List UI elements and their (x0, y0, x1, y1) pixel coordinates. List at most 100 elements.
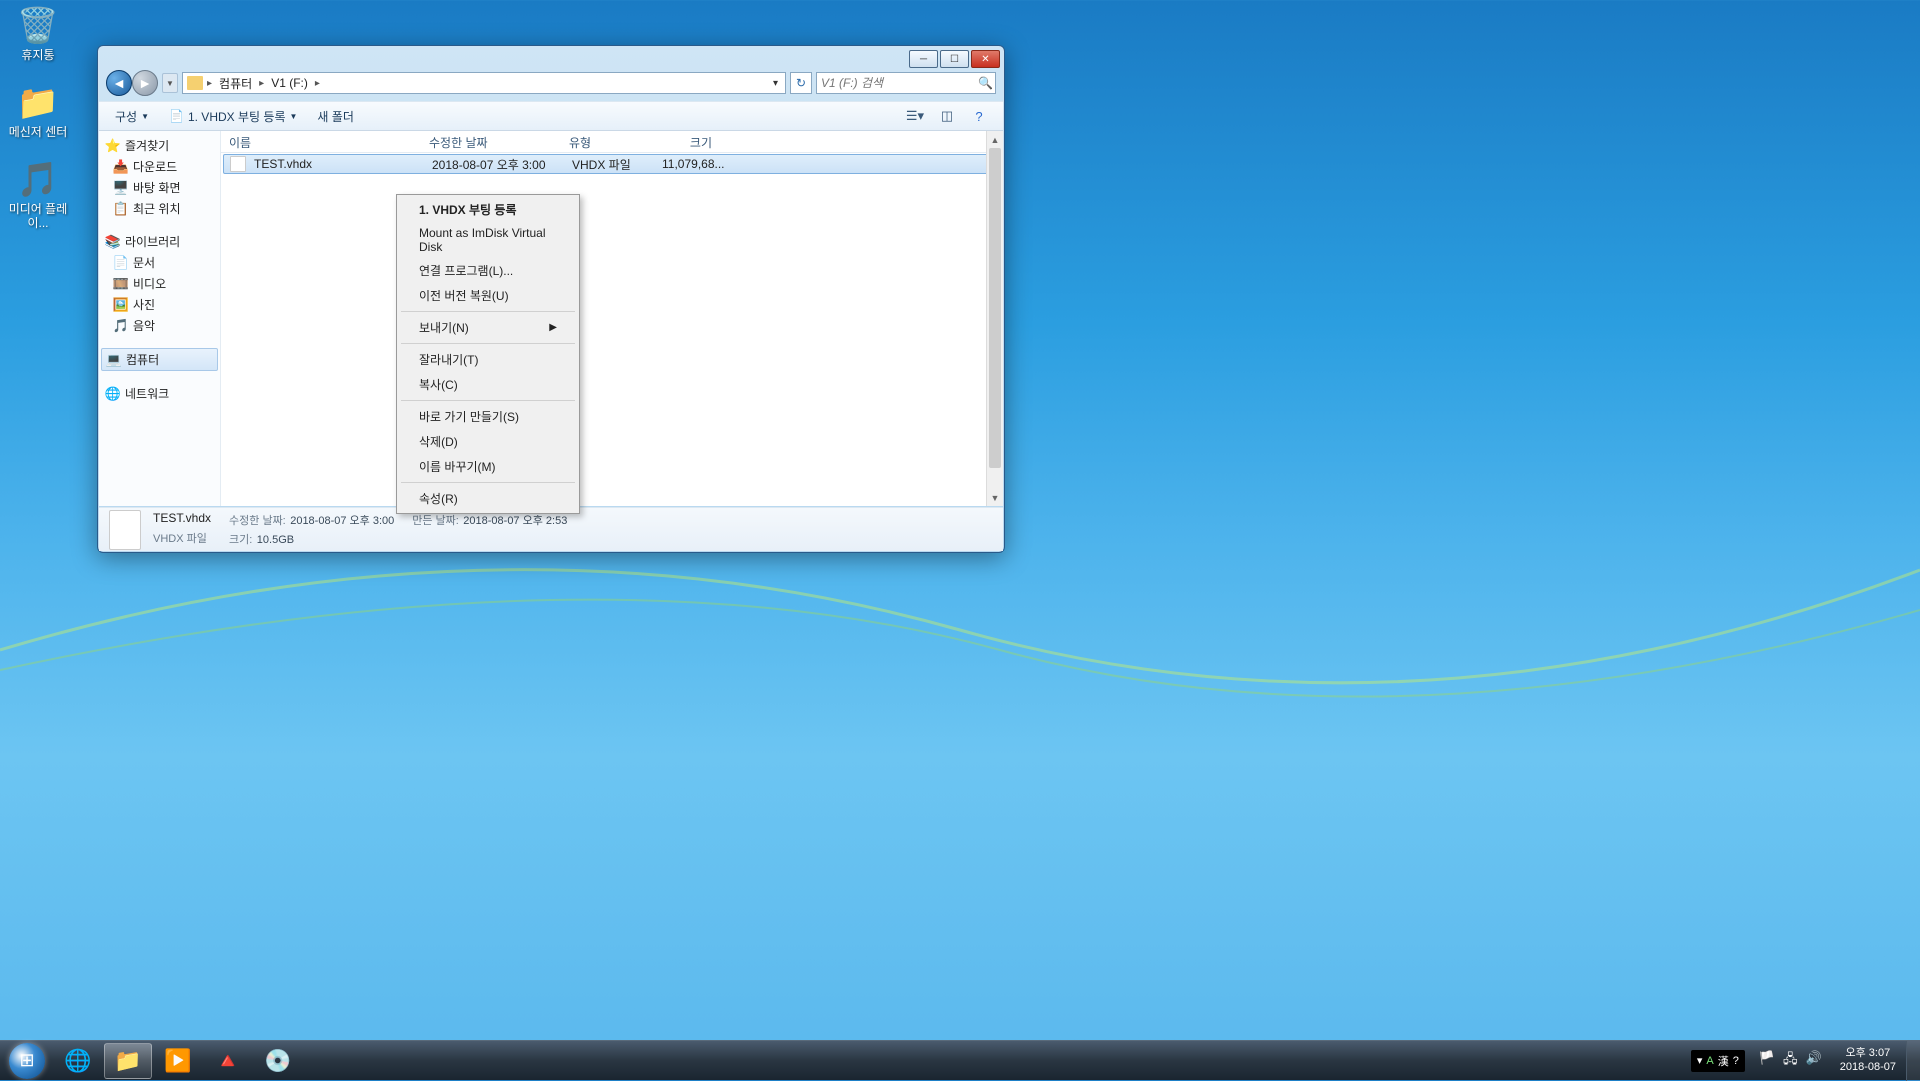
cm-mount-imdisk[interactable]: Mount as ImDisk Virtual Disk (399, 222, 577, 258)
maximize-button[interactable]: ☐ (940, 50, 969, 68)
search-box[interactable]: 🔍 (816, 72, 996, 94)
breadcrumb-computer[interactable]: 컴퓨터 (216, 75, 255, 92)
search-icon: 🔍 (978, 76, 993, 90)
music-icon: 🎵 (113, 318, 129, 334)
taskbar-ie[interactable]: 🌐 (54, 1043, 102, 1079)
vhdx-boot-action[interactable]: 📄1. VHDX 부팅 등록▼ (163, 106, 303, 127)
desktop-icon-recycle-bin[interactable]: 🗑️ 휴지통 (8, 5, 68, 62)
picture-icon: 🖼️ (113, 297, 129, 313)
column-type[interactable]: 유형 (561, 131, 651, 152)
tray-volume-icon[interactable]: 🔊 (1806, 1050, 1822, 1072)
cm-separator (401, 311, 575, 312)
file-icon (109, 510, 141, 550)
cm-create-shortcut[interactable]: 바로 가기 만들기(S) (399, 404, 577, 429)
scroll-thumb[interactable] (989, 148, 1001, 468)
chevron-right-icon: ▶ (549, 322, 557, 333)
sidebar-libraries[interactable]: 📚라이브러리 (99, 231, 220, 252)
back-button[interactable]: ◄ (106, 70, 132, 96)
help-button[interactable]: ? (965, 105, 993, 127)
scroll-down-button[interactable]: ▼ (987, 489, 1003, 506)
scroll-up-button[interactable]: ▲ (987, 131, 1003, 148)
download-icon: 📥 (113, 159, 129, 175)
cm-send-to[interactable]: 보내기(N)▶ (399, 315, 577, 340)
desktop-icons: 🗑️ 휴지통 📁 메신저 센터 🎵 미디어 플레이... (8, 5, 68, 230)
desktop-icon-label: 휴지통 (21, 49, 54, 62)
navigation-bar: ◄ ► ▼ ▸ 컴퓨터 ▸ V1 (F:) ▸ ▾ ↻ 🔍 (106, 68, 996, 98)
context-menu: 1. VHDX 부팅 등록 Mount as ImDisk Virtual Di… (396, 194, 580, 514)
cm-rename[interactable]: 이름 바꾸기(M) (399, 454, 577, 479)
cm-restore-previous[interactable]: 이전 버전 복원(U) (399, 283, 577, 308)
desktop-icon-media-player[interactable]: 🎵 미디어 플레이... (8, 159, 68, 229)
sidebar-computer[interactable]: 💻컴퓨터 (101, 348, 218, 371)
tray-network-icon[interactable]: 🖧 (1783, 1050, 1798, 1072)
sidebar-item-desktop[interactable]: 🖥️바탕 화면 (99, 177, 220, 198)
history-dropdown[interactable]: ▼ (162, 73, 178, 93)
column-date[interactable]: 수정한 날짜 (421, 131, 561, 152)
taskbar-app-1[interactable]: 🔺 (204, 1043, 252, 1079)
video-icon: 🎞️ (113, 276, 129, 292)
ime-hanja-indicator[interactable]: 漢 (1718, 1053, 1729, 1069)
chevron-right-icon: ▸ (259, 78, 264, 89)
sidebar-item-music[interactable]: 🎵음악 (99, 315, 220, 336)
recycle-bin-icon: 🗑️ (17, 5, 59, 47)
breadcrumb-drive[interactable]: V1 (F:) (268, 76, 311, 90)
details-created-value: 2018-08-07 오후 2:53 (463, 515, 567, 527)
cm-open-with[interactable]: 연결 프로그램(L)... (399, 258, 577, 283)
sidebar-item-videos[interactable]: 🎞️비디오 (99, 273, 220, 294)
sidebar-item-documents[interactable]: 📄문서 (99, 252, 220, 273)
details-modified-label: 수정한 날짜: (229, 515, 286, 527)
cm-delete[interactable]: 삭제(D) (399, 429, 577, 454)
close-button[interactable]: ✕ (971, 50, 1000, 68)
library-icon: 📚 (105, 234, 121, 250)
sidebar-network[interactable]: 🌐네트워크 (99, 383, 220, 404)
details-filetype: VHDX 파일 (153, 530, 211, 548)
system-tray: 🏳️ 🖧 🔊 (1751, 1050, 1830, 1072)
address-dropdown[interactable]: ▾ (770, 78, 781, 89)
preview-pane-button[interactable]: ◫ (933, 105, 961, 127)
address-bar[interactable]: ▸ 컴퓨터 ▸ V1 (F:) ▸ ▾ (182, 72, 786, 94)
search-input[interactable] (821, 76, 978, 90)
language-bar[interactable]: ▾ A 漢 ? (1691, 1050, 1745, 1072)
sidebar-favorites[interactable]: ⭐즐겨찾기 (99, 135, 220, 156)
tray-flag-icon[interactable]: 🏳️ (1759, 1050, 1775, 1072)
column-size[interactable]: 크기 (651, 131, 721, 152)
ime-mode-indicator[interactable]: A (1706, 1055, 1713, 1067)
document-icon: 📄 (113, 255, 129, 271)
star-icon: ⭐ (105, 138, 121, 154)
toolbar: 구성▼ 📄1. VHDX 부팅 등록▼ 새 폴더 ☰▾ ◫ ? (99, 101, 1003, 131)
desktop-icon: 🖥️ (113, 180, 129, 196)
details-size-label: 크기: (229, 534, 252, 546)
taskbar-media-player[interactable]: ▶️ (154, 1043, 202, 1079)
vertical-scrollbar[interactable]: ▲ ▼ (986, 131, 1003, 506)
new-folder-button[interactable]: 새 폴더 (311, 106, 359, 127)
refresh-button[interactable]: ↻ (790, 72, 812, 94)
sidebar-item-recent[interactable]: 📋최근 위치 (99, 198, 220, 219)
clock-time: 오후 3:07 (1840, 1047, 1896, 1060)
desktop-icon-messenger[interactable]: 📁 메신저 센터 (8, 82, 68, 139)
taskbar-app-2[interactable]: 💿 (254, 1043, 302, 1079)
show-desktop-button[interactable] (1906, 1041, 1920, 1081)
file-size: 11,079,68... (654, 157, 724, 171)
minimize-button[interactable]: ─ (909, 50, 938, 68)
file-row-selected[interactable]: TEST.vhdx 2018-08-07 오후 3:00 VHDX 파일 11,… (223, 154, 1001, 174)
file-list[interactable]: 이름 수정한 날짜 유형 크기 TEST.vhdx 2018-08-07 오후 … (221, 131, 1003, 506)
cm-cut[interactable]: 잘라내기(T) (399, 347, 577, 372)
column-name[interactable]: 이름 (221, 131, 421, 152)
view-options-button[interactable]: ☰▾ (901, 105, 929, 127)
cm-vhdx-boot[interactable]: 1. VHDX 부팅 등록 (399, 197, 577, 222)
details-modified-value: 2018-08-07 오후 3:00 (290, 515, 394, 527)
cm-properties[interactable]: 속성(R) (399, 486, 577, 511)
desktop-icon-label: 미디어 플레이... (8, 203, 68, 229)
sidebar-item-pictures[interactable]: 🖼️사진 (99, 294, 220, 315)
column-headers: 이름 수정한 날짜 유형 크기 (221, 131, 1003, 153)
cm-copy[interactable]: 복사(C) (399, 372, 577, 397)
taskbar-explorer[interactable]: 📁 (104, 1043, 152, 1079)
taskbar-clock[interactable]: 오후 3:07 2018-08-07 (1830, 1047, 1906, 1073)
start-button[interactable] (0, 1041, 54, 1081)
organize-menu[interactable]: 구성▼ (109, 106, 155, 127)
ime-help-icon[interactable]: ? (1733, 1055, 1739, 1067)
explorer-window: ─ ☐ ✕ ◄ ► ▼ ▸ 컴퓨터 ▸ V1 (F:) ▸ ▾ ↻ 🔍 (97, 45, 1005, 553)
forward-button[interactable]: ► (132, 70, 158, 96)
cm-separator (401, 482, 575, 483)
sidebar-item-downloads[interactable]: 📥다운로드 (99, 156, 220, 177)
